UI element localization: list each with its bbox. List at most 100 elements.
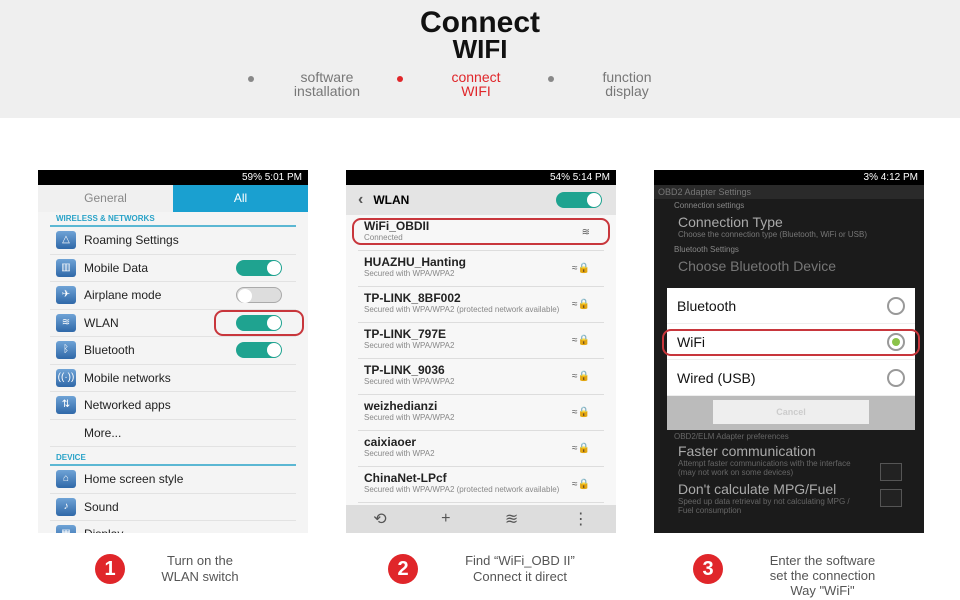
network-item[interactable]: ChinaNet-LPcf Secured with WPA/WPA2 (prot… [358, 467, 604, 503]
overflow-menu-icon[interactable]: ⋮ [573, 509, 589, 529]
settings-item[interactable]: ᛒ Bluetooth [50, 337, 296, 365]
radio-button[interactable] [887, 296, 905, 315]
option-bluetooth[interactable]: Bluetooth [667, 288, 915, 324]
settings-item[interactable]: ✈ Airplane mode [50, 282, 296, 310]
network-name: ChinaNet-LPcf [364, 471, 447, 485]
settings-item[interactable]: ⌂ Home screen style [50, 466, 296, 494]
wifi-icon: ≋ [56, 313, 76, 332]
settings-item-label: Bluetooth [84, 343, 135, 358]
mobile-data-icon: ▥ [56, 258, 76, 277]
network-item[interactable]: HUAZHU_Hanting Secured with WPA/WPA2 ≈🔒 [358, 251, 604, 287]
network-name: HUAZHU_Hanting [364, 255, 466, 269]
wifi-settings-icon[interactable]: ≋ [505, 509, 518, 529]
setting-faster-communication[interactable]: Faster communication Attempt faster commu… [654, 441, 924, 481]
section-device: DEVICE [50, 451, 296, 466]
wifi-signal-icon: ≈🔒 [572, 371, 590, 382]
wifi-signal-icon: ≈🔒 [572, 299, 590, 310]
settings-item-label: Roaming Settings [84, 233, 179, 248]
network-name: weizhedianzi [364, 399, 438, 413]
wifi-signal-icon: ≈🔒 [572, 263, 590, 274]
bottom-toolbar: ⟲ + ≋ ⋮ [346, 505, 616, 533]
settings-item-label: Mobile networks [84, 370, 171, 385]
option-wired-usb-[interactable]: Wired (USB) [667, 360, 915, 396]
title-line-2: WIFI [452, 34, 508, 64]
settings-item-label: Networked apps [84, 398, 171, 413]
settings-item-label: WLAN [84, 315, 119, 330]
network-item[interactable]: TP-LINK_797E Secured with WPA/WPA2 ≈🔒 [358, 323, 604, 359]
network-name: caixiaoer [364, 435, 417, 449]
airplane-mode-toggle[interactable] [236, 287, 282, 304]
settings-item[interactable]: ⇅ Networked apps [50, 392, 296, 420]
highlight-wifi-obdii [352, 218, 610, 245]
antenna-icon: ((·)) [56, 368, 76, 387]
network-item[interactable]: caixiaoer Secured with WPA2 ≈🔒 [358, 431, 604, 467]
caption-3: Enter the software set the connection Way … [769, 553, 876, 598]
step-connect-wifi: connect WIFI [397, 70, 541, 98]
highlight-wifi-option [662, 329, 920, 356]
network-status: Secured with WPA/WPA2 [364, 377, 455, 386]
settings-item-label: More... [84, 425, 122, 440]
setting-dont-calc-mpg[interactable]: Don't calculate MPG/Fuel Speed up data re… [654, 479, 924, 517]
section-wireless: WIRELESS & NETWORKS [50, 212, 296, 227]
network-status: Secured with WPA/WPA2 [364, 341, 455, 350]
caption-1: Turn on the WLAN switch [161, 553, 239, 584]
radio-button[interactable] [887, 368, 905, 387]
sound-icon: ♪ [56, 497, 76, 516]
settings-item[interactable]: △ Roaming Settings [50, 227, 296, 255]
header-banner: Connect WIFI software installation connec… [0, 0, 960, 118]
network-status: Secured with WPA/WPA2 [364, 269, 455, 278]
network-name: TP-LINK_797E [364, 327, 447, 341]
setting-connection-type[interactable]: Connection Type Choose the connection typ… [654, 212, 924, 241]
home-icon: ⌂ [56, 470, 76, 489]
settings-item-label: Airplane mode [84, 288, 162, 303]
wifi-signal-icon: ≈🔒 [572, 407, 590, 418]
tab-general[interactable]: General [38, 185, 173, 212]
mobile-data-toggle[interactable] [236, 259, 282, 276]
add-network-icon[interactable]: + [441, 510, 450, 528]
step-number-1: 1 [95, 554, 125, 584]
network-status: Secured with WPA/WPA2 (protected network… [364, 485, 560, 494]
section-connection: Connection settings [674, 201, 745, 210]
step-function-display: function display [548, 70, 692, 98]
settings-item[interactable]: ▦ Display [50, 521, 296, 533]
caption-2: Find “WiFi_OBD II” Connect it direct [465, 553, 575, 584]
settings-item[interactable]: ((·)) Mobile networks [50, 365, 296, 392]
back-icon[interactable]: ‹ [358, 191, 363, 209]
phone-settings-screen: 59% 5:01 PM General All WIRELESS & NETWO… [38, 170, 308, 533]
wifi-signal-icon: ≈🔒 [572, 479, 590, 490]
network-item[interactable]: TP-LINK_9036 Secured with WPA/WPA2 ≈🔒 [358, 359, 604, 395]
step-number-3: 3 [693, 554, 723, 584]
wlan-toggle[interactable] [556, 192, 602, 208]
cancel-button[interactable]: Cancel [713, 400, 869, 424]
networked-apps-icon: ⇅ [56, 396, 76, 415]
display-icon: ▦ [56, 525, 76, 533]
wifi-signal-icon: ≈🔒 [572, 335, 590, 346]
settings-item[interactable]: More... [50, 420, 296, 447]
network-item[interactable]: weizhedianzi Secured with WPA/WPA2 ≈🔒 [358, 395, 604, 431]
section-bluetooth: Bluetooth Settings [674, 245, 739, 254]
phone-wlan-screen: 54% 5:14 PM ‹ WLAN WiFi_OBDII Connected ≋ H… [346, 170, 616, 533]
connection-type-dialog: Bluetooth WiFi Wired (USB) Cancel [667, 288, 915, 430]
network-status: Secured with WPA2 [364, 449, 435, 458]
network-status: Secured with WPA/WPA2 (protected network… [364, 305, 560, 314]
tab-all[interactable]: All [173, 185, 308, 212]
bluetooth-icon: ᛒ [56, 341, 76, 360]
highlight-wlan-toggle [214, 310, 304, 336]
settings-item-label: Mobile Data [84, 260, 149, 275]
checkbox[interactable] [880, 489, 902, 507]
section-elm: OBD2/ELM Adapter preferences [674, 432, 789, 441]
status-bar: 54% 5:14 PM [346, 170, 616, 185]
settings-item[interactable]: ▥ Mobile Data [50, 255, 296, 282]
network-item[interactable]: TP-LINK_8BF002 Secured with WPA/WPA2 (pro… [358, 287, 604, 323]
settings-item[interactable]: ♪ Sound [50, 494, 296, 521]
step-number-2: 2 [388, 554, 418, 584]
bluetooth-toggle[interactable] [236, 342, 282, 359]
settings-item-label: Display [84, 527, 123, 533]
setting-choose-bt[interactable]: Choose Bluetooth Device [654, 258, 924, 274]
status-bar: 3% 4:12 PM [654, 170, 924, 185]
settings-item-label: Home screen style [84, 472, 184, 487]
wifi-signal-icon: ≈🔒 [572, 443, 590, 454]
roaming-icon: △ [56, 231, 76, 250]
wps-icon[interactable]: ⟲ [373, 509, 386, 529]
wlan-title: WLAN [373, 193, 410, 207]
